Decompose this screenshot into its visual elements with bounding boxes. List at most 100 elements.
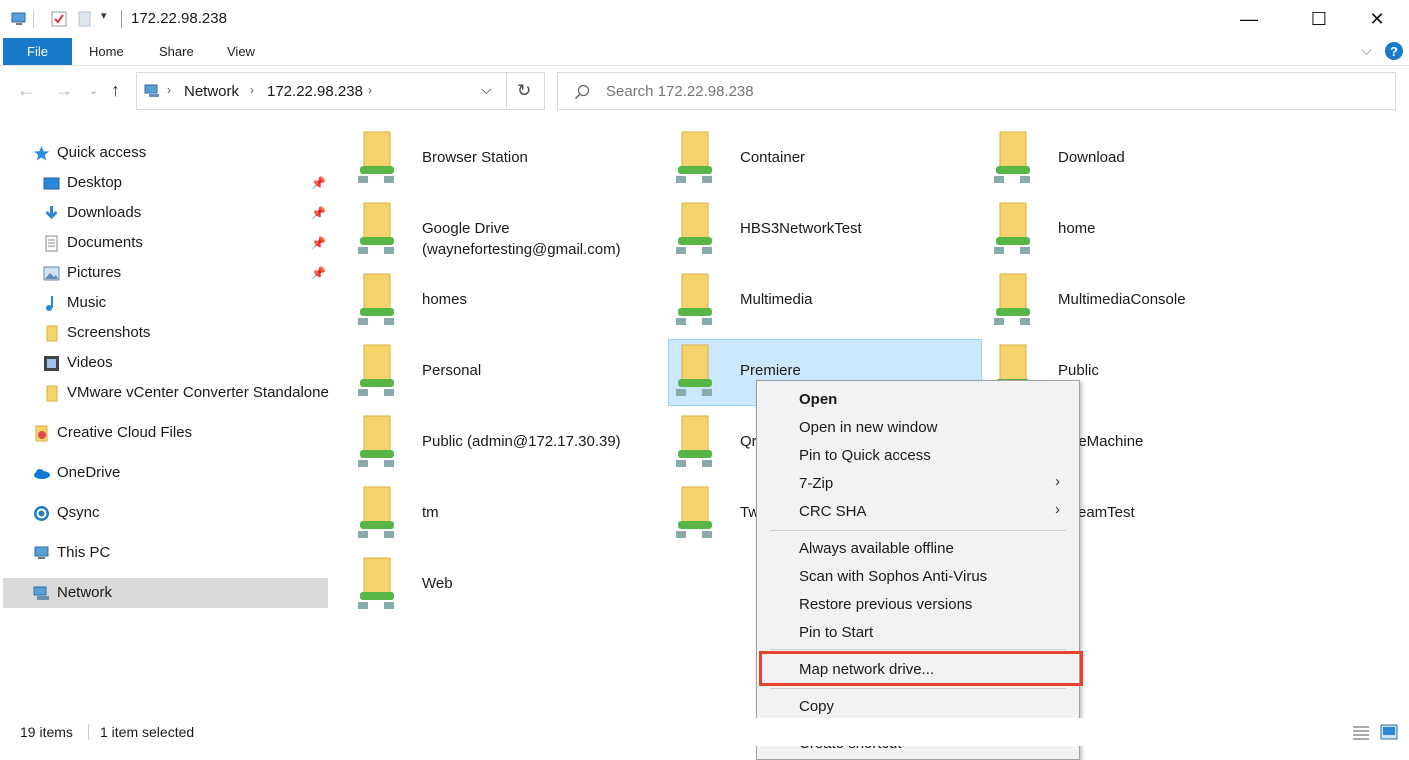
- network-share-icon: [358, 202, 394, 254]
- share-item[interactable]: HBS3NetworkTest: [672, 199, 972, 269]
- breadcrumb-chevron-icon[interactable]: ›: [167, 83, 171, 97]
- share-name: home: [1058, 220, 1096, 237]
- nav-creative-cloud[interactable]: Creative Cloud Files: [0, 418, 328, 448]
- tab-file[interactable]: File: [3, 38, 72, 65]
- share-name: Browser Station: [422, 149, 528, 166]
- menu-separator: [770, 530, 1066, 531]
- tab-view[interactable]: View: [227, 44, 255, 59]
- network-share-icon: [676, 344, 712, 396]
- status-separator: [88, 724, 89, 740]
- nav-documents[interactable]: Documents 📌: [0, 228, 328, 258]
- breadcrumb-host[interactable]: 172.22.98.238: [267, 83, 363, 100]
- menu-item-7zip[interactable]: 7-Zip: [799, 475, 833, 492]
- share-item[interactable]: Personal: [354, 341, 654, 411]
- network-share-icon: [676, 415, 712, 467]
- share-item[interactable]: MultimediaConsole: [990, 270, 1290, 340]
- forward-icon[interactable]: →: [55, 80, 73, 101]
- share-item[interactable]: tm: [354, 483, 654, 553]
- address-bar[interactable]: › Network › 172.22.98.238 › ⌵ ↻: [136, 72, 545, 110]
- nav-desktop[interactable]: Desktop 📌: [0, 168, 328, 198]
- share-item[interactable]: Download: [990, 128, 1290, 198]
- pin-icon[interactable]: 📌: [311, 206, 326, 220]
- nav-pictures[interactable]: Pictures 📌: [0, 258, 328, 288]
- share-item[interactable]: home: [990, 199, 1290, 269]
- search-bar[interactable]: [557, 72, 1396, 110]
- large-icons-view-icon[interactable]: [1380, 724, 1398, 740]
- share-name: Multimedia: [740, 291, 813, 308]
- menu-item-crc-sha[interactable]: CRC SHA: [799, 503, 867, 520]
- star-icon: [34, 146, 49, 161]
- network-share-icon: [676, 202, 712, 254]
- new-folder-icon[interactable]: [76, 10, 94, 28]
- recent-locations-icon[interactable]: ⌄: [89, 84, 98, 97]
- network-share-icon: [358, 415, 394, 467]
- menu-separator: [770, 688, 1066, 689]
- expand-ribbon-icon[interactable]: ⌵: [1361, 42, 1372, 59]
- share-name: eamTest: [1078, 504, 1135, 521]
- minimize-button[interactable]: —: [1226, 0, 1272, 38]
- customize-qa-icon[interactable]: ▾: [101, 9, 107, 22]
- nav-qsync[interactable]: Qsync: [0, 498, 328, 528]
- pin-icon[interactable]: 📌: [311, 236, 326, 250]
- address-dropdown-icon[interactable]: ⌵: [481, 81, 492, 98]
- share-item[interactable]: Browser Station: [354, 128, 654, 198]
- window-title: 172.22.98.238: [131, 10, 227, 27]
- menu-item-pin-quick-access[interactable]: Pin to Quick access: [799, 447, 931, 464]
- onedrive-icon: [34, 469, 50, 479]
- properties-icon[interactable]: [50, 10, 68, 28]
- network-share-icon: [994, 131, 1030, 183]
- network-location-icon: [11, 12, 26, 25]
- share-name: Google Drive (waynefortesting@gmail.com): [422, 220, 621, 258]
- menu-item-sophos-scan[interactable]: Scan with Sophos Anti-Virus: [799, 568, 987, 585]
- details-view-icon[interactable]: [1352, 724, 1370, 740]
- nav-network[interactable]: Network: [3, 578, 328, 608]
- maximize-button[interactable]: ☐: [1296, 0, 1342, 38]
- qsync-icon: [34, 506, 49, 521]
- up-icon[interactable]: ↑: [111, 80, 120, 101]
- menu-item-restore-versions[interactable]: Restore previous versions: [799, 596, 972, 613]
- nav-this-pc[interactable]: This PC: [0, 538, 328, 568]
- breadcrumb-network[interactable]: Network: [184, 83, 239, 100]
- nav-vmware-converter[interactable]: VMware vCenter Converter Standalone: [0, 378, 329, 408]
- nav-screenshots[interactable]: Screenshots: [0, 318, 328, 348]
- title-separator: [121, 10, 122, 28]
- tab-share[interactable]: Share: [159, 44, 194, 59]
- close-button[interactable]: ✕: [1354, 0, 1400, 38]
- menu-item-open[interactable]: Open: [799, 391, 837, 408]
- pin-icon[interactable]: 📌: [311, 266, 326, 280]
- submenu-arrow-icon: ›: [1055, 473, 1060, 490]
- pin-icon[interactable]: 📌: [311, 176, 326, 190]
- nav-videos[interactable]: Videos: [0, 348, 328, 378]
- share-item[interactable]: Web: [354, 554, 654, 624]
- menu-item-always-offline[interactable]: Always available offline: [799, 540, 954, 557]
- breadcrumb-chevron-icon[interactable]: ›: [250, 83, 254, 97]
- share-name: tm: [422, 504, 439, 521]
- status-bar: 19 items 1 item selected: [0, 718, 1409, 746]
- submenu-arrow-icon: ›: [1055, 501, 1060, 518]
- tab-home[interactable]: Home: [89, 44, 124, 59]
- share-item[interactable]: Multimedia: [672, 270, 972, 340]
- share-name: Premiere: [740, 362, 801, 379]
- search-input[interactable]: [606, 81, 1106, 101]
- share-item[interactable]: Google Drive (waynefortesting@gmail.com): [354, 199, 654, 269]
- nav-music[interactable]: Music: [0, 288, 328, 318]
- desktop-icon: [43, 177, 60, 190]
- refresh-icon[interactable]: ↻: [517, 81, 531, 101]
- network-share-icon: [676, 131, 712, 183]
- network-share-icon: [358, 273, 394, 325]
- menu-item-copy[interactable]: Copy: [799, 698, 834, 715]
- nav-quick-access[interactable]: Quick access: [0, 138, 328, 168]
- network-share-icon: [676, 486, 712, 538]
- menu-item-open-new-window[interactable]: Open in new window: [799, 419, 937, 436]
- nav-downloads[interactable]: Downloads 📌: [0, 198, 328, 228]
- downloads-icon: [45, 206, 58, 220]
- share-item[interactable]: Container: [672, 128, 972, 198]
- back-icon[interactable]: ←: [17, 80, 35, 101]
- share-name: Public (admin@172.17.30.39): [422, 433, 621, 450]
- menu-item-pin-start[interactable]: Pin to Start: [799, 624, 873, 641]
- help-icon[interactable]: ?: [1385, 42, 1403, 60]
- nav-onedrive[interactable]: OneDrive: [0, 458, 328, 488]
- share-item[interactable]: homes: [354, 270, 654, 340]
- breadcrumb-chevron-icon[interactable]: ›: [368, 83, 372, 97]
- share-item[interactable]: Public (admin@172.17.30.39): [354, 412, 654, 482]
